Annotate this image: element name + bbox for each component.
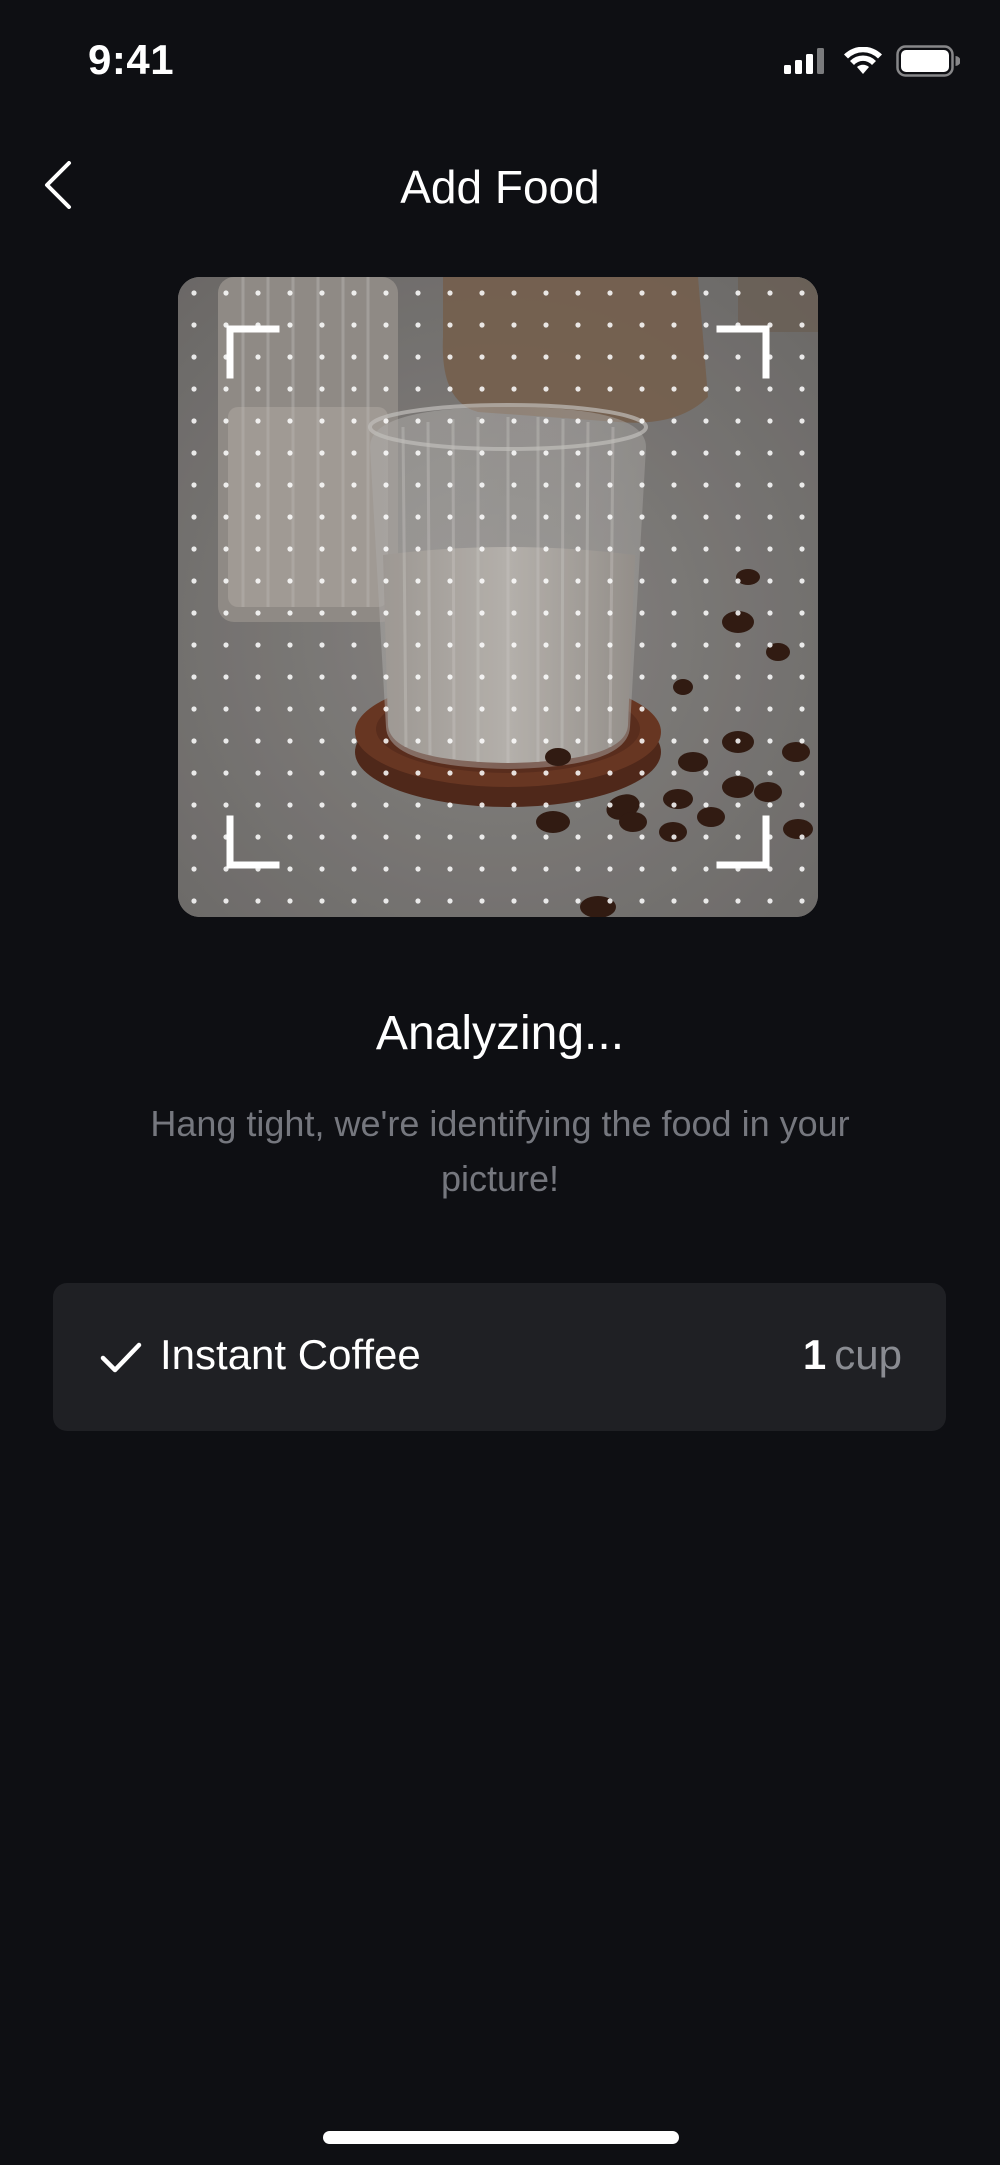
food-photo-illustration [178,277,818,917]
screen: 9:41 Add Food Analyzing... Hang tight, w… [0,0,1000,2165]
page-title: Add Food [400,161,600,213]
cellular-signal-icon [784,48,824,74]
status-time: 9:41 [88,36,175,83]
food-photo [178,277,818,917]
battery-icon [896,45,960,77]
analyzing-title: Analyzing... [375,1007,625,1060]
home-indicator[interactable] [323,2131,679,2144]
result-item[interactable]: Instant Coffee 1 cup [53,1283,946,1431]
quantity-value: 1 [802,1331,827,1378]
status-icons [784,44,960,78]
checkmark-icon [100,1342,142,1373]
quantity-unit: cup [834,1331,902,1378]
wifi-icon [844,47,882,74]
result-item-quantity: 1 cup [803,1331,902,1379]
analyzing-subtitle: Hang tight, we're identifying the food i… [150,1103,850,1199]
result-item-name: Instant Coffee [160,1331,421,1378]
